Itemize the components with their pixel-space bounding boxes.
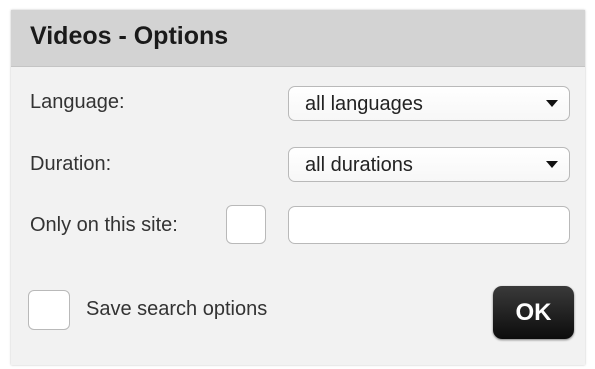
videos-options-dialog: Videos - Options Language: all languages… xyxy=(11,10,585,365)
dialog-title: Videos - Options xyxy=(30,22,229,50)
language-select-value: all languages xyxy=(305,93,423,115)
save-options-label: Save search options xyxy=(86,298,268,320)
chevron-down-icon xyxy=(546,161,558,168)
dialog-header: Videos - Options xyxy=(11,10,585,67)
duration-label: Duration: xyxy=(30,153,112,175)
duration-select-value: all durations xyxy=(305,154,413,176)
language-select[interactable]: all languages xyxy=(288,86,570,121)
language-label: Language: xyxy=(30,91,125,113)
site-label: Only on this site: xyxy=(30,214,178,236)
site-checkbox[interactable] xyxy=(226,205,266,244)
ok-button[interactable]: OK xyxy=(493,286,574,339)
duration-select[interactable]: all durations xyxy=(288,147,570,182)
chevron-down-icon xyxy=(546,100,558,107)
site-input[interactable] xyxy=(288,206,570,244)
save-options-checkbox[interactable] xyxy=(28,290,70,330)
